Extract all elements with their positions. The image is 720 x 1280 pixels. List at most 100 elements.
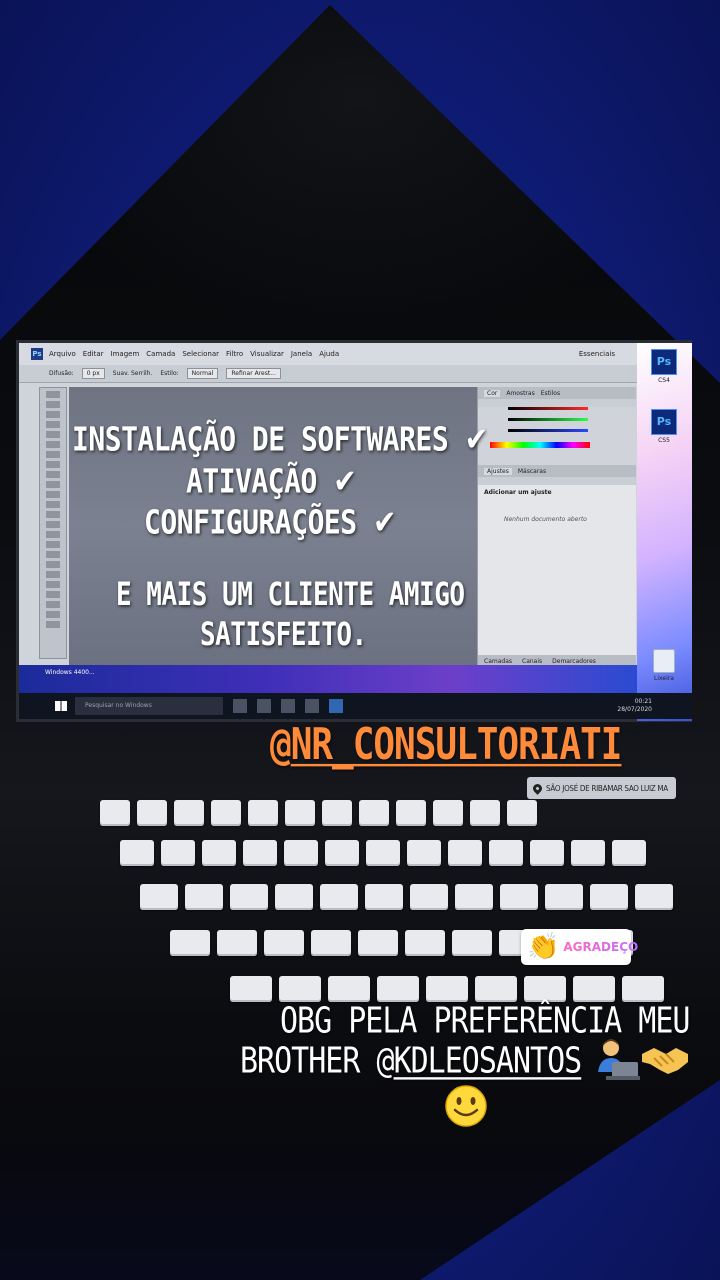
menu-camada[interactable]: Camada	[146, 350, 175, 358]
tool-icon[interactable]	[46, 421, 60, 428]
key	[328, 976, 370, 1002]
tool-icon[interactable]	[46, 551, 60, 558]
key	[573, 976, 615, 1002]
key	[377, 976, 419, 1002]
tab-mascaras[interactable]: Máscaras	[518, 468, 546, 475]
menu-arquivo[interactable]: Arquivo	[49, 350, 76, 358]
tool-icon[interactable]	[46, 621, 60, 628]
color-spectrum[interactable]	[490, 442, 590, 448]
key	[571, 840, 605, 866]
key	[284, 840, 318, 866]
story-line-client: E MAIS UM CLIENTE AMIGO	[116, 577, 465, 614]
key	[455, 884, 493, 910]
recycle-bin-icon	[653, 649, 675, 673]
mention-sticker[interactable]: @NR_CONSULTORIATI	[270, 720, 622, 770]
menu-filtro[interactable]: Filtro	[226, 350, 243, 358]
color-sliders	[478, 407, 636, 465]
red-slider[interactable]	[508, 407, 588, 410]
thanks-line-1: OBG PELA PREFERÊNCIA MEU	[280, 1000, 690, 1042]
story-line-configurations: CONFIGURAÇÕES ✔	[144, 503, 396, 542]
tab-ajustes[interactable]: Ajustes	[484, 467, 512, 475]
tool-icon[interactable]	[46, 431, 60, 438]
taskbar-search-input[interactable]: Pesquisar no Windows	[75, 697, 223, 715]
blue-slider[interactable]	[508, 429, 588, 432]
key	[100, 800, 130, 826]
desktop-icon-label: Lixeira	[654, 675, 674, 682]
smile-icon	[445, 1085, 487, 1127]
tab-cor[interactable]: Cor	[484, 389, 501, 397]
tool-icon[interactable]	[46, 501, 60, 508]
photoshop-taskbar-icon[interactable]	[329, 699, 343, 713]
desktop-icon-recycle-bin[interactable]: Lixeira	[649, 649, 679, 682]
tab-canais[interactable]: Canais	[522, 658, 542, 665]
workspace-selector[interactable]: Essenciais	[579, 350, 615, 358]
green-slider[interactable]	[508, 418, 588, 421]
photoshop-toolbox	[39, 387, 67, 659]
tool-icon[interactable]	[46, 391, 60, 398]
tool-icon[interactable]	[46, 451, 60, 458]
tool-icon[interactable]	[46, 591, 60, 598]
adjust-panel-tabs: Ajustes Máscaras	[478, 465, 636, 477]
store-icon[interactable]	[281, 699, 295, 713]
tool-icon[interactable]	[46, 511, 60, 518]
feather-input[interactable]: 0 px	[81, 368, 105, 379]
antialias-checkbox[interactable]: Suav. Serrilh.	[113, 370, 153, 377]
thanks-prefix: BROTHER @	[240, 1040, 395, 1082]
refine-edge-button[interactable]: Refinar Arest...	[226, 368, 281, 379]
firefox-icon[interactable]	[305, 699, 319, 713]
desktop-icon-ps-cs4[interactable]: Ps CS4	[649, 349, 679, 384]
photoshop-icon: Ps	[651, 409, 677, 435]
key	[365, 884, 403, 910]
tool-icon[interactable]	[46, 491, 60, 498]
taskbar-clock[interactable]: 00:21 28/07/2020	[617, 698, 652, 714]
clock-time: 00:21	[634, 698, 652, 705]
windows-start-icon[interactable]	[51, 696, 71, 716]
tab-amostras[interactable]: Amostras	[506, 390, 534, 397]
thanks-mention-handle[interactable]: KDLEOSANTOS	[394, 1040, 583, 1082]
key	[396, 800, 426, 826]
photoshop-panels: Cor Amostras Estilos Ajustes Máscaras Ad…	[477, 387, 636, 667]
tool-icon[interactable]	[46, 441, 60, 448]
style-select[interactable]: Normal	[186, 368, 219, 379]
desktop-wallpaper: Ps CS4 Ps CS5 Lixeira	[637, 343, 692, 721]
key	[433, 800, 463, 826]
key	[426, 976, 468, 1002]
tool-icon[interactable]	[46, 481, 60, 488]
tool-icon[interactable]	[46, 561, 60, 568]
tool-icon[interactable]	[46, 541, 60, 548]
menu-ajuda[interactable]: Ajuda	[319, 350, 339, 358]
tool-icon[interactable]	[46, 521, 60, 528]
menu-visualizar[interactable]: Visualizar	[250, 350, 284, 358]
tab-estilos[interactable]: Estilos	[541, 390, 560, 397]
tool-icon[interactable]	[46, 611, 60, 618]
tool-icon[interactable]	[46, 601, 60, 608]
file-explorer-icon[interactable]	[257, 699, 271, 713]
photoshop-icon: Ps	[651, 349, 677, 375]
tool-icon[interactable]	[46, 471, 60, 478]
feather-label: Difusão:	[49, 370, 74, 377]
menu-imagem[interactable]: Imagem	[111, 350, 140, 358]
desktop-icon-ps-cs5[interactable]: Ps CS5	[649, 409, 679, 444]
key	[359, 800, 389, 826]
tab-camadas[interactable]: Camadas	[484, 658, 512, 665]
windows-activation-label: Windows 4400...	[45, 669, 95, 676]
story-line-satisfied: SATISFEITO.	[200, 617, 367, 654]
handshake-icon	[642, 1048, 688, 1074]
key	[500, 884, 538, 910]
tool-icon[interactable]	[46, 571, 60, 578]
tool-icon[interactable]	[46, 531, 60, 538]
menu-selecionar[interactable]: Selecionar	[182, 350, 219, 358]
tool-icon[interactable]	[46, 401, 60, 408]
location-sticker[interactable]: SÃO JOSÉ DE RIBAMAR SAO LUIZ MA	[527, 777, 676, 799]
story-line-text: ATIVAÇÃO	[186, 462, 317, 501]
key	[407, 840, 441, 866]
key	[448, 840, 482, 866]
tool-icon[interactable]	[46, 461, 60, 468]
task-view-icon[interactable]	[233, 699, 247, 713]
menu-janela[interactable]: Janela	[291, 350, 312, 358]
tab-demarcadores[interactable]: Demarcadores	[552, 658, 596, 665]
key	[140, 884, 178, 910]
tool-icon[interactable]	[46, 581, 60, 588]
tool-icon[interactable]	[46, 411, 60, 418]
menu-editar[interactable]: Editar	[83, 350, 104, 358]
